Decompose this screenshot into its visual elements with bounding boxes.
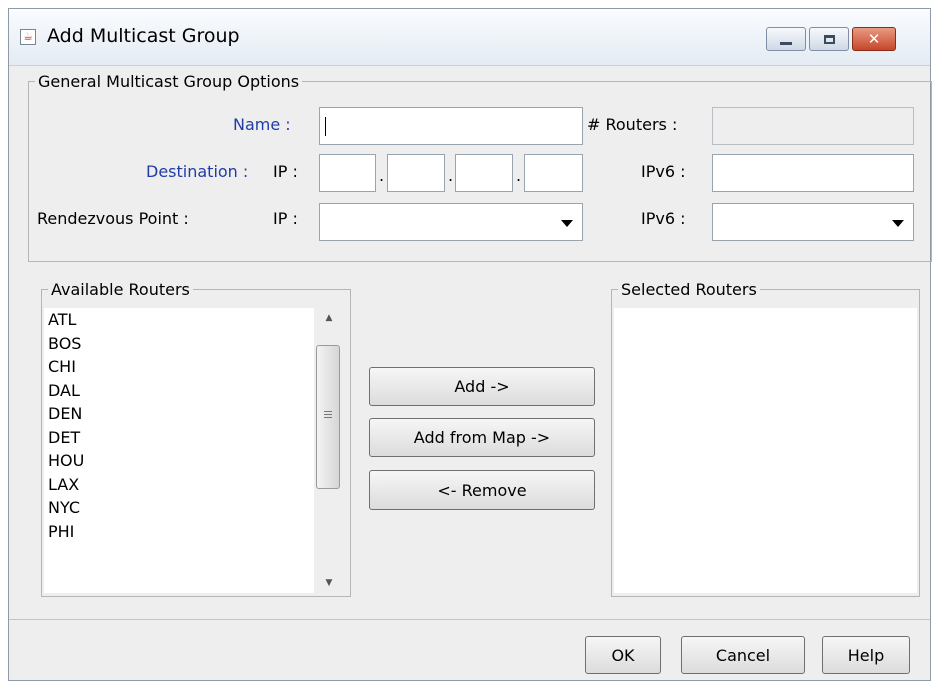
grip-icon (324, 411, 332, 420)
text-caret (325, 117, 326, 136)
maximize-icon (823, 34, 835, 44)
chevron-down-icon[interactable] (892, 220, 904, 227)
rendezvous-ipv6-combobox[interactable] (712, 203, 914, 241)
help-button[interactable]: Help (822, 636, 910, 674)
window-title: Add Multicast Group (47, 25, 240, 47)
routers-count-label: # Routers : (587, 115, 678, 134)
scroll-down-icon[interactable]: ▼ (314, 573, 344, 593)
add-button[interactable]: Add -> (369, 367, 595, 406)
destination-ip-octet-2[interactable] (387, 154, 445, 192)
list-item[interactable]: PHI (44, 520, 314, 544)
destination-ip-octet-3[interactable] (455, 154, 513, 192)
destination-label: Destination : (146, 162, 249, 181)
selected-routers-list[interactable] (614, 308, 917, 593)
list-item[interactable]: NYC (44, 496, 314, 520)
minimize-icon (780, 41, 792, 45)
scrollbar-thumb[interactable] (316, 345, 340, 489)
destination-ipv6-input[interactable] (712, 154, 914, 192)
close-icon: ✕ (867, 29, 881, 48)
name-input[interactable] (319, 107, 583, 145)
list-item[interactable]: DAL (44, 379, 314, 403)
available-routers-scrollbar[interactable]: ▲ ▼ (314, 308, 344, 593)
selected-routers-legend: Selected Routers (621, 280, 757, 299)
routers-count-field (712, 107, 914, 145)
destination-ipv6-label: IPv6 : (641, 162, 686, 181)
add-multicast-group-dialog: ☕ Add Multicast Group ✕ General Multicas… (8, 8, 932, 681)
rendezvous-ip-combobox[interactable] (319, 203, 583, 241)
ip-separator: . (379, 166, 385, 185)
ip-separator: . (448, 166, 454, 185)
scroll-up-icon[interactable]: ▲ (314, 308, 344, 328)
chevron-down-icon[interactable] (561, 220, 573, 227)
remove-button[interactable]: <- Remove (369, 470, 595, 510)
title-bar[interactable]: ☕ Add Multicast Group ✕ (9, 9, 930, 66)
list-item[interactable]: BOS (44, 332, 314, 356)
footer-separator (9, 619, 930, 620)
available-routers-legend: Available Routers (51, 280, 190, 299)
general-options-legend: General Multicast Group Options (38, 72, 300, 91)
rendezvous-ipv6-label: IPv6 : (641, 209, 686, 228)
list-item[interactable]: DET (44, 426, 314, 450)
close-button[interactable]: ✕ (852, 27, 896, 51)
available-routers-list[interactable]: ATL BOS CHI DAL DEN DET HOU LAX NYC PHI (44, 308, 314, 593)
destination-ip-octet-1[interactable] (319, 154, 376, 192)
java-app-icon: ☕ (20, 29, 36, 45)
minimize-button[interactable] (766, 27, 806, 51)
list-item[interactable]: DEN (44, 402, 314, 426)
list-item[interactable]: ATL (44, 308, 314, 332)
name-label: Name : (233, 115, 291, 134)
destination-ip-label: IP : (273, 162, 298, 181)
cancel-button[interactable]: Cancel (681, 636, 805, 674)
list-item[interactable]: LAX (44, 473, 314, 497)
ok-button[interactable]: OK (585, 636, 661, 674)
rendezvous-point-label: Rendezvous Point : (37, 209, 189, 228)
rendezvous-ip-label: IP : (273, 209, 298, 228)
maximize-button[interactable] (809, 27, 849, 51)
destination-ip-octet-4[interactable] (524, 154, 583, 192)
ip-separator: . (516, 166, 522, 185)
list-item[interactable]: HOU (44, 449, 314, 473)
list-item[interactable]: CHI (44, 355, 314, 379)
add-from-map-button[interactable]: Add from Map -> (369, 418, 595, 457)
